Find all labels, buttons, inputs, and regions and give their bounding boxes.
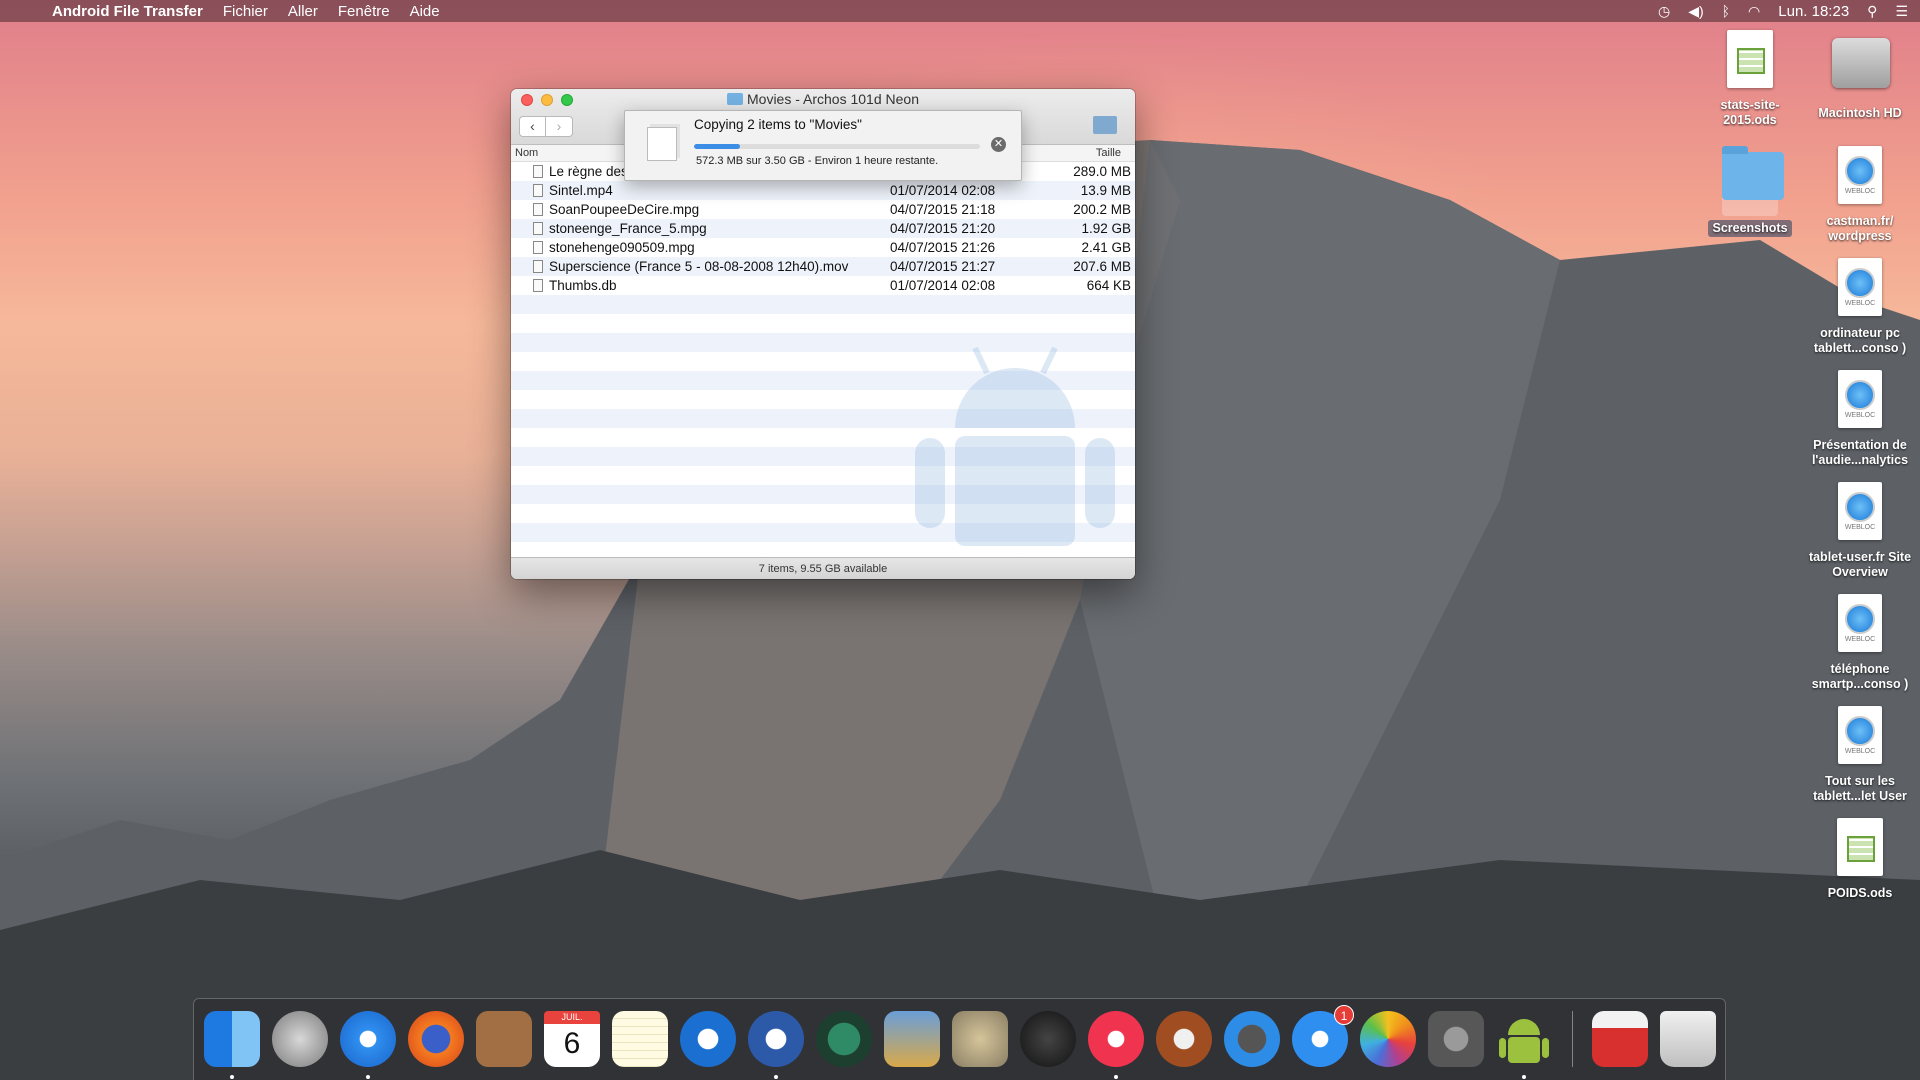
folder-icon <box>1722 146 1784 200</box>
file-list: Le règne des 289.0 MB Sintel.mp4 01/07/201… <box>511 162 1135 558</box>
copy-documents-icon <box>647 127 677 161</box>
copy-progress-fill <box>694 144 740 149</box>
new-folder-icon[interactable] <box>1093 116 1117 134</box>
menu-app-name[interactable]: Android File Transfer <box>52 3 203 20</box>
desktop-icon-presentation[interactable]: WEBLOC Présentation de l'audie...nalytic… <box>1805 370 1915 468</box>
menu-aller[interactable]: Aller <box>288 3 318 20</box>
menu-bar: Android File Transfer Fichier Aller Fenê… <box>0 0 1920 22</box>
webloc-icon: WEBLOC <box>1838 370 1882 428</box>
time-machine-icon[interactable] <box>816 1011 872 1067</box>
openoffice-icon[interactable] <box>680 1011 736 1067</box>
calendar-day: 6 <box>563 1027 581 1060</box>
webloc-icon: WEBLOC <box>1838 594 1882 652</box>
wifi-icon[interactable]: ◠ <box>1748 3 1760 20</box>
launchpad-icon[interactable] <box>272 1011 328 1067</box>
webloc-icon: WEBLOC <box>1838 146 1882 204</box>
movie-file-icon <box>533 184 543 197</box>
notes-icon[interactable] <box>612 1011 668 1067</box>
copy-progress-bar <box>694 144 980 149</box>
movie-file-icon <box>533 222 543 235</box>
desktop-icon-screenshots[interactable]: Screenshots <box>1695 142 1805 237</box>
app-store-badge: 1 <box>1334 1005 1354 1025</box>
thunderbird-icon[interactable] <box>748 1011 804 1067</box>
dock-separator <box>1572 1011 1573 1067</box>
spreadsheet-icon <box>1727 30 1773 88</box>
webloc-icon: WEBLOC <box>1838 482 1882 540</box>
bluetooth-icon[interactable]: ᛒ <box>1722 3 1730 19</box>
contacts-icon[interactable] <box>476 1011 532 1067</box>
time-machine-icon[interactable]: ◷ <box>1658 3 1670 20</box>
app-store-icon[interactable]: 1 <box>1292 1005 1354 1067</box>
desktop-icon-tablet-user[interactable]: WEBLOC tablet-user.fr Site Overview <box>1805 482 1915 580</box>
file-row[interactable]: stoneenge_France_5.mpg 04/07/2015 21:20 1.… <box>511 219 1135 238</box>
finder-icon[interactable] <box>204 1011 260 1067</box>
document-file-icon <box>533 279 543 292</box>
desktop-icon-castman[interactable]: WEBLOC castman.fr/ wordpress <box>1805 146 1915 244</box>
volume-icon[interactable]: ◀) <box>1688 3 1703 20</box>
forward-button[interactable]: › <box>546 116 573 137</box>
movie-file-icon <box>533 203 543 216</box>
webloc-icon: WEBLOC <box>1838 258 1882 316</box>
android-file-transfer-icon[interactable] <box>1496 1011 1552 1067</box>
desktop-icon-poids[interactable]: POIDS.ods <box>1805 818 1915 901</box>
cancel-copy-button[interactable]: ✕ <box>991 137 1006 152</box>
file-row[interactable]: Superscience (France 5 - 08-08-2008 12h4… <box>511 257 1135 276</box>
movie-file-icon <box>533 165 543 178</box>
menu-fenetre[interactable]: Fenêtre <box>338 3 390 20</box>
hard-drive-icon <box>1832 38 1890 88</box>
preview-icon[interactable] <box>884 1011 940 1067</box>
image-capture-icon[interactable] <box>1224 1011 1280 1067</box>
photos-icon[interactable] <box>1360 1011 1416 1067</box>
file-row[interactable]: stonehenge090509.mpg 04/07/2015 21:26 2.41… <box>511 238 1135 257</box>
firefox-icon[interactable] <box>408 1011 464 1067</box>
webloc-icon: WEBLOC <box>1838 706 1882 764</box>
spreadsheet-icon <box>1837 818 1883 876</box>
menu-aide[interactable]: Aide <box>410 3 440 20</box>
file-row[interactable]: SoanPoupeeDeCire.mpg 04/07/2015 21:18 200.… <box>511 200 1135 219</box>
folder-icon <box>727 93 743 105</box>
safari-icon[interactable] <box>340 1011 396 1067</box>
downloads-stack-icon[interactable] <box>1592 1011 1648 1067</box>
menu-extras: ◷ ◀) ᛒ ◠ Lun. 18:23 ⚲ ☰ <box>1658 0 1908 22</box>
menu-clock[interactable]: Lun. 18:23 <box>1778 3 1849 20</box>
activity-monitor-icon[interactable] <box>1020 1011 1076 1067</box>
copy-status-text: 572.3 MB sur 3.50 GB - Environ 1 heure r… <box>696 155 939 167</box>
calendar-month: JUIL. <box>544 1011 600 1024</box>
column-size-header[interactable]: Taille <box>1096 147 1121 159</box>
copy-title: Copying 2 items to "Movies" <box>694 117 862 132</box>
menu-fichier[interactable]: Fichier <box>223 3 268 20</box>
ibooks-icon[interactable] <box>1156 1011 1212 1067</box>
system-preferences-icon[interactable] <box>1428 1011 1484 1067</box>
desktop-icon-macintosh-hd[interactable]: Macintosh HD <box>1805 30 1915 121</box>
desktop-icon-telephone[interactable]: WEBLOC téléphone smartp...conso ) <box>1805 594 1915 692</box>
desktop-icon-tout-sur[interactable]: WEBLOC Tout sur les tablett...let User <box>1805 706 1915 804</box>
file-row[interactable]: Thumbs.db 01/07/2014 02:08 664 KB <box>511 276 1135 295</box>
desktop-icon-ordinateur[interactable]: WEBLOC ordinateur pc tablett...conso ) <box>1805 258 1915 356</box>
itunes-icon[interactable] <box>1088 1011 1144 1067</box>
dock: JUIL. 6 1 <box>193 998 1726 1080</box>
column-name-header[interactable]: Nom <box>515 147 538 159</box>
trash-icon[interactable] <box>1660 1011 1716 1067</box>
notification-center-icon[interactable]: ☰ <box>1895 3 1908 20</box>
window-title: Movies - Archos 101d Neon <box>511 91 1135 107</box>
window-status-bar: 7 items, 9.55 GB available <box>511 557 1135 579</box>
spotlight-search-icon[interactable]: ⚲ <box>1867 3 1877 20</box>
movie-file-icon <box>533 260 543 273</box>
file-row[interactable]: Sintel.mp4 01/07/2014 02:08 13.9 MB <box>511 181 1135 200</box>
desktop-icon-stats-site[interactable]: stats-site-2015.ods <box>1695 30 1805 128</box>
calendar-icon[interactable]: JUIL. 6 <box>544 1011 600 1067</box>
movie-file-icon <box>533 241 543 254</box>
copy-progress-dialog: Copying 2 items to "Movies" 572.3 MB sur… <box>624 110 1022 181</box>
android-watermark-icon <box>915 346 1115 546</box>
gimp-icon[interactable] <box>952 1011 1008 1067</box>
back-button[interactable]: ‹ <box>519 116 546 137</box>
